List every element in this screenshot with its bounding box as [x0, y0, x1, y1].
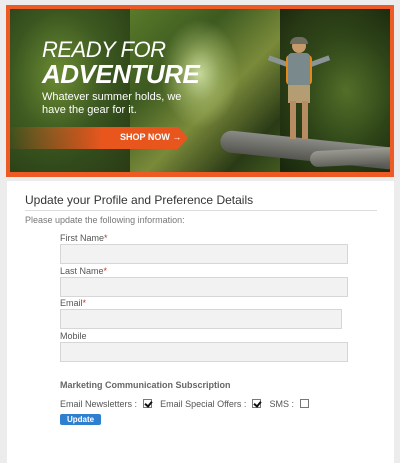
newsletter-checkbox[interactable] [142, 399, 152, 409]
profile-form-panel: Update your Profile and Preference Detai… [7, 181, 394, 463]
subscription-title: Marketing Communication Subscription [60, 380, 231, 390]
hiker-figure [267, 37, 331, 151]
newsletter-label: Email Newsletters : [60, 398, 138, 409]
form-title: Update your Profile and Preference Detai… [25, 193, 254, 207]
headline-line2: ADVENTURE [42, 59, 200, 89]
banner-subtext: Whatever summer holds, we have the gear … [42, 91, 182, 116]
update-button[interactable]: Update [60, 414, 102, 425]
banner-photo: READY FOR ADVENTURE Whatever summer hold… [10, 9, 390, 172]
last-name-label: Last Name* [60, 266, 108, 276]
banner-headline: READY FOR ADVENTURE [42, 37, 200, 89]
email-input[interactable] [60, 309, 342, 329]
headline-line1: READY FOR [42, 37, 166, 62]
first-name-input[interactable] [60, 244, 348, 264]
special-offers-checkbox[interactable] [251, 399, 261, 409]
first-name-label: First Name* [60, 233, 108, 243]
mobile-input[interactable] [60, 342, 348, 362]
email-label: Email* [60, 298, 87, 308]
form-intro: Please update the following information: [25, 215, 185, 225]
special-offers-label: Email Special Offers : [160, 398, 247, 409]
last-name-input[interactable] [60, 277, 348, 297]
shop-now-button[interactable]: SHOP NOW → [120, 132, 181, 142]
sms-label: SMS : [269, 398, 294, 409]
promo-banner[interactable]: READY FOR ADVENTURE Whatever summer hold… [6, 5, 394, 177]
subscription-options: Email Newsletters : Email Special Offers… [60, 398, 315, 409]
title-divider [25, 210, 377, 211]
page-frame: READY FOR ADVENTURE Whatever summer hold… [0, 0, 400, 463]
sms-checkbox[interactable] [299, 399, 309, 409]
mobile-label: Mobile [60, 331, 87, 341]
